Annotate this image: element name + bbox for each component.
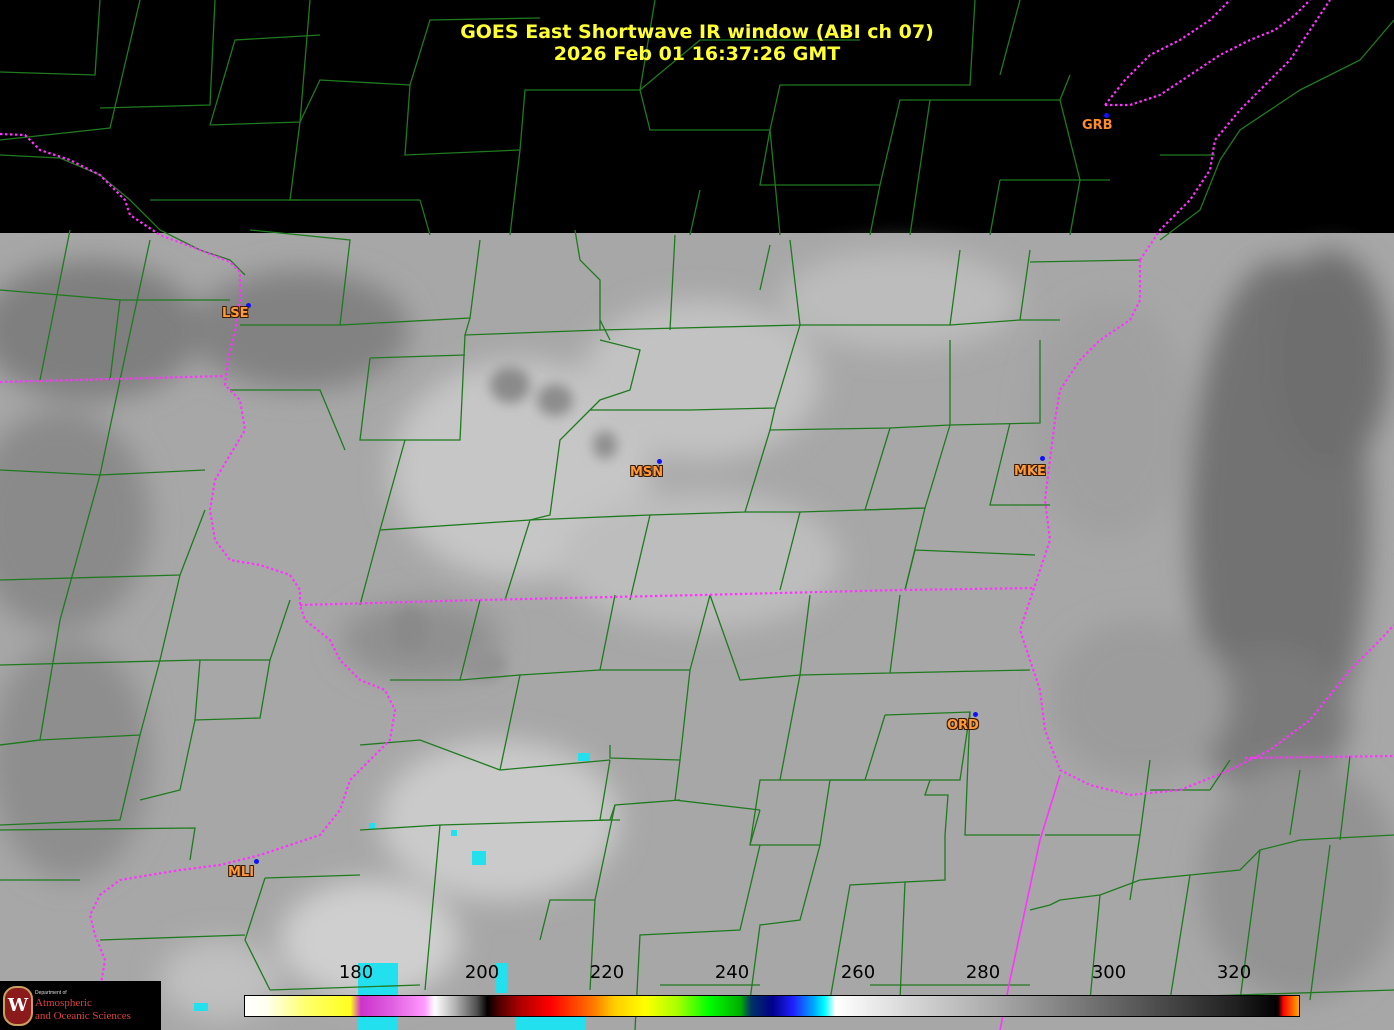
aos-logo: W Department of Atmospheric and Oceanic … [0, 981, 161, 1030]
colorbar-tick: 180 [338, 962, 374, 983]
city-label-lse: LSE [222, 306, 249, 321]
colorbar-tick: 240 [714, 962, 750, 983]
logo-department: Department of [35, 990, 67, 996]
city-label-grb: GRB [1082, 118, 1113, 133]
city-dot-ord [973, 712, 978, 717]
title-satellite-product: GOES East Shortwave IR window (ABI ch 07… [460, 21, 934, 43]
colorbar-tick: 280 [965, 962, 1001, 983]
uw-seal-icon: W [3, 986, 33, 1026]
title-timestamp: 2026 Feb 01 16:37:26 GMT [553, 43, 841, 65]
colorbar-tick: 260 [840, 962, 876, 983]
colorbar-tick: 220 [589, 962, 625, 983]
colorbar-tick: 320 [1216, 962, 1252, 983]
satellite-map: GOES East Shortwave IR window (ABI ch 07… [0, 0, 1394, 1030]
city-dot-msn [657, 459, 662, 464]
colorbar-tick: 200 [464, 962, 500, 983]
logo-line2: and Oceanic Sciences [35, 1010, 131, 1022]
city-label-mke: MKE [1014, 464, 1046, 479]
temperature-colorbar [244, 995, 1300, 1017]
city-label-msn: MSN [630, 465, 664, 480]
city-dot-mke [1040, 456, 1045, 461]
city-dot-mli [254, 859, 259, 864]
city-label-ord: ORD [947, 718, 979, 733]
map-canvas [0, 0, 1394, 1030]
logo-line1: Atmospheric [35, 997, 92, 1009]
colorbar-tick: 300 [1091, 962, 1127, 983]
city-label-mli: MLI [228, 865, 255, 880]
